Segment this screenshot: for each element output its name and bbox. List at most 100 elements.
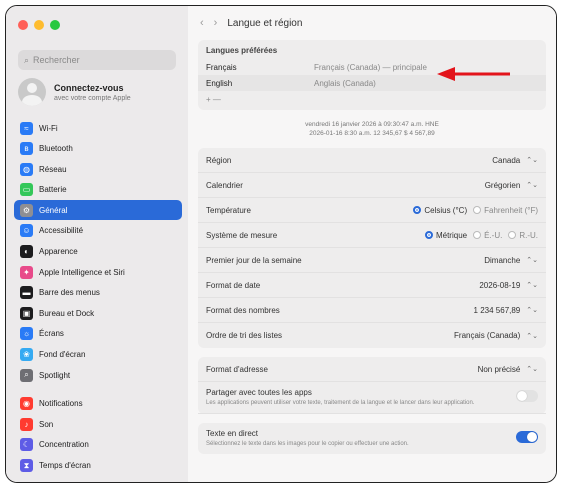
sidebar-item-temps-d-ecran[interactable]: ⧗ Temps d'écran <box>14 456 182 476</box>
account-title: Connectez-vous <box>54 82 124 93</box>
sidebar-item-label: Notifications <box>39 399 83 409</box>
address-format-value: Non précisé <box>477 364 521 374</box>
calendar-value: Grégorien <box>484 180 521 190</box>
radio-celsius[interactable]: Celsius (°C) <box>413 206 467 215</box>
notifications-icon: ◉ <box>20 397 33 411</box>
sidebar-item-son[interactable]: ♪ Son <box>14 414 182 434</box>
language-name: English <box>206 78 233 88</box>
region-value: Canada <box>492 155 521 165</box>
sidebar-item-ecrans[interactable]: ☼ Écrans <box>14 324 182 344</box>
battery-icon: ▭ <box>20 183 33 197</box>
radio-label: É.-U. <box>484 230 503 240</box>
sidebar-item-bluetooth[interactable]: ʙ Bluetooth <box>14 139 182 159</box>
radio-selected-icon <box>413 206 422 214</box>
apple-account[interactable]: Connectez-vous avec votre compte Apple <box>18 78 131 106</box>
language-detail: Anglais (Canada) <box>314 78 376 88</box>
sort-order-value: Français (Canada) <box>454 331 521 340</box>
sidebar-separator <box>14 386 182 394</box>
sidebar-item-wi-fi[interactable]: ≈ Wi-Fi <box>14 118 182 138</box>
row-label: Premier jour de la semaine <box>206 255 302 265</box>
globe-icon: ◍ <box>20 162 33 176</box>
sidebar-item-concentration[interactable]: ☾ Concentration <box>14 435 182 455</box>
appearance-icon: ◐ <box>20 245 33 259</box>
share-toggle[interactable] <box>516 390 538 402</box>
row-label: Format des nombres <box>206 305 280 315</box>
row-description: Les applications peuvent utiliser votre … <box>206 400 475 406</box>
back-button[interactable]: ‹ <box>200 17 204 29</box>
window-controls <box>18 20 60 30</box>
sidebar-item-label: Concentration <box>39 440 89 450</box>
sidebar-item-label: Fond d'écran <box>39 350 86 360</box>
sidebar-item-spotlight[interactable]: ⌕ Spotlight <box>14 365 182 385</box>
sidebar-item-label: Écrans <box>39 329 64 339</box>
sidebar-item-label: Apparence <box>39 247 78 257</box>
search-input[interactable]: ⌕ Rechercher <box>18 50 176 70</box>
sidebar-item-apple-intelligence-et-siri[interactable]: ✦ Apple Intelligence et Siri <box>14 262 182 282</box>
live-text-toggle[interactable] <box>516 431 538 443</box>
add-remove-language[interactable]: + — <box>198 91 546 110</box>
avatar <box>18 78 46 106</box>
sidebar-item-batterie[interactable]: ▭ Batterie <box>14 180 182 200</box>
calendar-row[interactable]: Calendrier Grégorien ⌃⌄ <box>198 173 546 198</box>
popup-chevron-icon: ⌃⌄ <box>526 257 538 264</box>
address-format-row[interactable]: Format d'adresse Non précisé ⌃⌄ <box>198 357 546 382</box>
popup-chevron-icon: ⌃⌄ <box>526 157 538 164</box>
date-format-row[interactable]: Format de date 2026-08-19 ⌃⌄ <box>198 273 546 298</box>
forward-button[interactable]: › <box>214 17 218 29</box>
sidebar-item-label: Accessibilité <box>39 226 84 236</box>
sidebar-item-reseau[interactable]: ◍ Réseau <box>14 159 182 179</box>
other-settings: Format d'adresse Non précisé ⌃⌄ Partager … <box>198 357 546 414</box>
annotation-arrow-icon <box>437 67 510 81</box>
radio-label: Métrique <box>435 230 468 240</box>
sidebar-item-apparence[interactable]: ◐ Apparence <box>14 242 182 262</box>
radio-label: Celsius (°C) <box>424 205 468 215</box>
minimize-button[interactable] <box>34 20 44 30</box>
row-label: Ordre de tri des listes <box>206 331 283 340</box>
sidebar-item-notifications[interactable]: ◉ Notifications <box>14 394 182 414</box>
radio-metric[interactable]: Métrique <box>424 230 468 240</box>
popup-chevron-icon: ⌃⌄ <box>526 307 538 314</box>
sidebar-item-barre-des-menus[interactable]: ▬ Barre des menus <box>14 283 182 303</box>
sidebar-item-general[interactable]: ⚙ Général <box>14 200 182 221</box>
sidebar-item-label: Son <box>39 419 54 429</box>
sort-order-row[interactable]: Ordre de tri des listes Français (Canada… <box>198 323 546 348</box>
share-all-apps-row: Partager avec toutes les apps Les applic… <box>198 382 546 414</box>
radio-selected-icon <box>424 231 433 239</box>
sidebar-item-label: Général <box>39 205 68 215</box>
sidebar-item-accessibilite[interactable]: ☺ Accessibilité <box>14 221 182 241</box>
date-format-value: 2026-08-19 <box>479 280 521 290</box>
sidebar-item-fond-d-ecran[interactable]: ❀ Fond d'écran <box>14 345 182 365</box>
row-label: Texte en direct <box>206 429 259 438</box>
sidebar: ⌕ Rechercher Connectez-vous avec votre c… <box>6 6 189 482</box>
row-label: Système de mesure <box>206 230 278 240</box>
screentime-icon: ⧗ <box>20 459 33 472</box>
row-label: Température <box>206 205 251 215</box>
display-icon: ☼ <box>20 327 33 341</box>
radio-us[interactable]: É.-U. <box>473 231 502 240</box>
siri-icon: ✦ <box>20 265 33 279</box>
wallpaper-icon: ❀ <box>20 348 33 362</box>
sidebar-item-label: Batterie <box>39 185 67 195</box>
sidebar-item-bureau-et-dock[interactable]: ▣ Bureau et Dock <box>14 303 182 323</box>
region-row[interactable]: Région Canada ⌃⌄ <box>198 148 546 173</box>
radio-uk[interactable]: R.-U. <box>508 231 538 240</box>
sidebar-item-label: Bluetooth <box>39 144 73 154</box>
row-label: Format de date <box>206 280 261 290</box>
region-settings: Région Canada ⌃⌄ Calendrier Grégorien ⌃⌄ T… <box>198 148 546 348</box>
first-day-row[interactable]: Premier jour de la semaine Dimanche ⌃⌄ <box>198 248 546 273</box>
row-description: Sélectionnez le texte dans les images po… <box>206 441 409 447</box>
spotlight-icon: ⌕ <box>20 368 33 382</box>
sidebar-item-label: Temps d'écran <box>39 461 91 470</box>
number-format-row[interactable]: Format des nombres 1 234 567,89 ⌃⌄ <box>198 298 546 323</box>
format-preview-line: vendredi 16 janvier 2026 à 09:30:47 a.m.… <box>305 121 439 128</box>
sidebar-item-label: Réseau <box>39 164 67 174</box>
radio-fahrenheit[interactable]: Fahrenheit (°F) <box>473 206 538 215</box>
live-text-row: Texte en direct Sélectionnez le texte da… <box>198 423 546 454</box>
popup-chevron-icon: ⌃⌄ <box>526 332 538 340</box>
menubar-icon: ▬ <box>20 286 33 300</box>
close-button[interactable] <box>18 20 28 30</box>
maximize-button[interactable] <box>50 20 60 30</box>
first-day-value: Dimanche <box>484 255 521 265</box>
sidebar-item-label: Apple Intelligence et Siri <box>39 267 125 277</box>
popup-chevron-icon: ⌃⌄ <box>526 182 538 189</box>
